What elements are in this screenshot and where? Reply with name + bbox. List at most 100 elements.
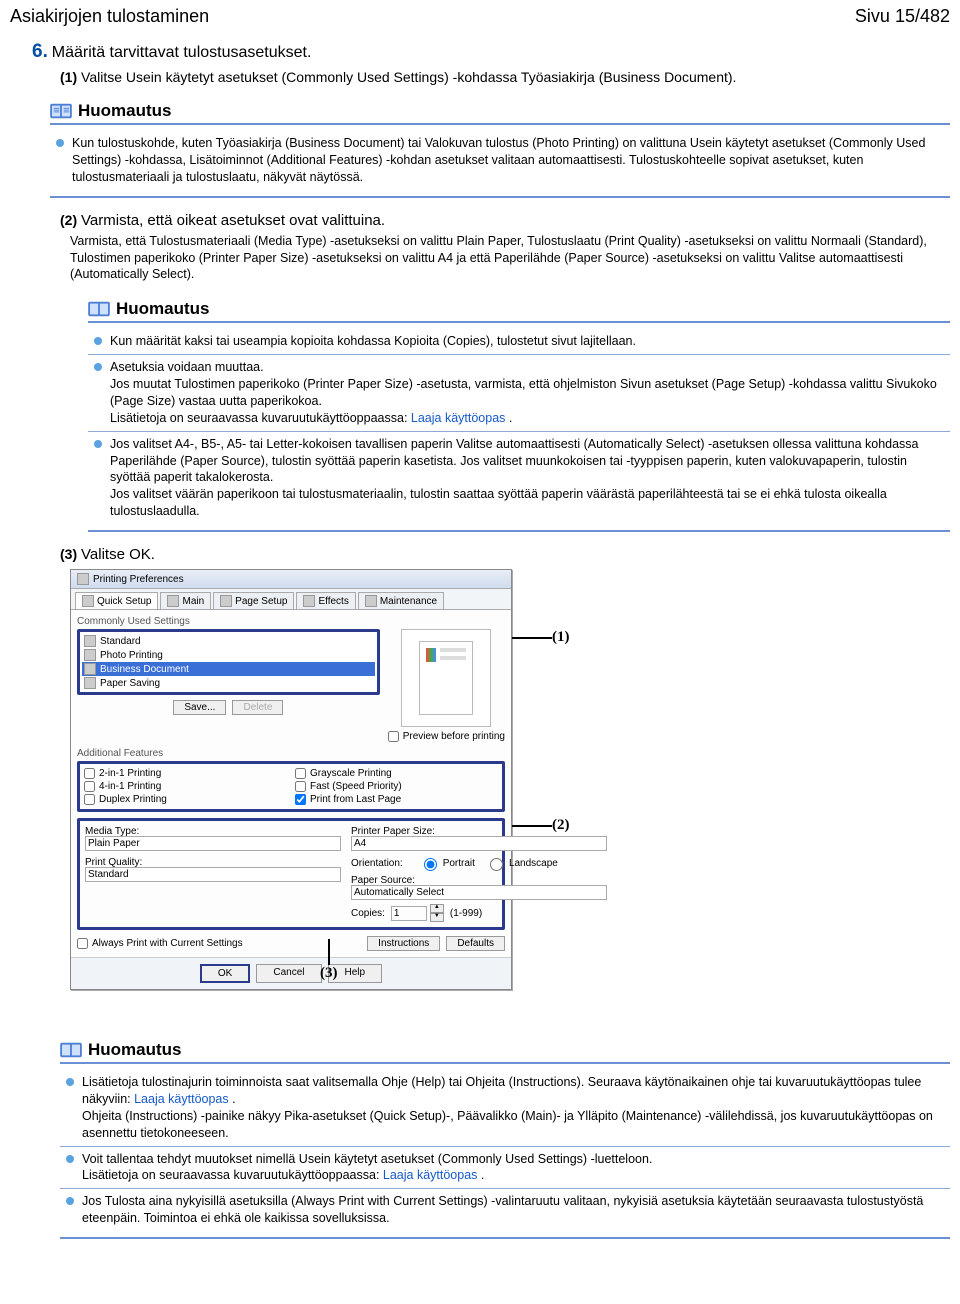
main-icon bbox=[167, 595, 179, 607]
printing-preferences-dialog: Printing Preferences Quick Setup Main Pa… bbox=[70, 569, 512, 990]
sub2-title: Varmista, että oikeat asetukset ovat val… bbox=[81, 212, 385, 229]
media-box: Media Type: Plain Paper Print Quality: S… bbox=[77, 818, 505, 930]
paper-size-select[interactable]: A4 bbox=[351, 836, 607, 851]
page-header: Asiakirjojen tulostaminen Sivu 15/482 bbox=[10, 6, 950, 27]
note1-item: Kun tulostuskohde, kuten Työasiakirja (B… bbox=[50, 131, 950, 190]
feature-checkbox[interactable]: 2-in-1 Printing bbox=[84, 768, 287, 779]
book-icon bbox=[50, 102, 72, 120]
note3-item: Jos Tulosta aina nykyisillä asetuksilla … bbox=[60, 1188, 950, 1231]
note3-title: Huomautus bbox=[88, 1040, 182, 1060]
media-type-label: Media Type: bbox=[85, 826, 195, 837]
link-manual[interactable]: Laaja käyttöopas bbox=[383, 1168, 478, 1182]
note2-item: Kun määrität kaksi tai useampia kopioita… bbox=[88, 329, 950, 354]
list-item: Photo Printing bbox=[82, 648, 375, 662]
tab-quick-setup[interactable]: Quick Setup bbox=[75, 592, 158, 609]
sub2-num: (2) bbox=[60, 212, 77, 228]
quality-label: Print Quality: bbox=[85, 857, 195, 868]
list-item: Standard bbox=[82, 634, 375, 648]
feature-checkbox[interactable]: Duplex Printing bbox=[84, 794, 287, 805]
always-label: Always Print with Current Settings bbox=[92, 938, 243, 949]
step6-num: 6. bbox=[32, 41, 48, 63]
instructions-button[interactable]: Instructions bbox=[367, 936, 440, 951]
note-box-2: Huomautus Kun määrität kaksi tai useampi… bbox=[88, 299, 950, 532]
features-label: Additional Features bbox=[77, 748, 505, 759]
copies-input[interactable]: 1 bbox=[391, 906, 427, 921]
paper-size-label: Printer Paper Size: bbox=[351, 826, 461, 837]
spin-down[interactable]: ▼ bbox=[430, 913, 444, 922]
ok-button[interactable]: OK bbox=[200, 964, 250, 983]
orient-label: Orientation: bbox=[351, 858, 403, 869]
preview-label: Preview before printing bbox=[403, 731, 505, 742]
book-icon bbox=[60, 1041, 82, 1059]
sub2-para: Varmista, että Tulostusmateriaali (Media… bbox=[70, 233, 950, 284]
dialog-wrapper: Printing Preferences Quick Setup Main Pa… bbox=[70, 569, 950, 990]
callout-2: (2) bbox=[512, 817, 570, 834]
note-box-3: Huomautus Lisätietoja tulostinajurin toi… bbox=[60, 1040, 950, 1239]
cancel-button[interactable]: Cancel bbox=[256, 964, 321, 983]
list-item-selected: Business Document bbox=[82, 662, 375, 676]
saving-icon bbox=[84, 677, 96, 689]
source-label: Paper Source: bbox=[351, 875, 461, 886]
features-box: 2-in-1 Printing Grayscale Printing 4-in-1 … bbox=[77, 761, 505, 812]
link-manual[interactable]: Laaja käyttöopas bbox=[134, 1092, 229, 1106]
copies-range: (1-999) bbox=[450, 908, 482, 919]
feature-checkbox[interactable]: 4-in-1 Printing bbox=[84, 781, 287, 792]
note-box-1: Huomautus Kun tulostuskohde, kuten Työas… bbox=[50, 101, 950, 198]
copies-label: Copies: bbox=[351, 908, 385, 919]
preview-pane bbox=[401, 629, 491, 727]
star-icon bbox=[82, 595, 94, 607]
callout-1: (1) bbox=[512, 629, 570, 646]
dialog-tabs: Quick Setup Main Page Setup Effects Main… bbox=[71, 589, 511, 610]
feature-checkbox[interactable]: Grayscale Printing bbox=[295, 768, 498, 779]
callout-3: (3) bbox=[320, 939, 338, 982]
step6-sub1: (1) Valitse Usein käytetyt asetukset (Co… bbox=[60, 69, 950, 85]
page-icon bbox=[220, 595, 232, 607]
note2-item: Asetuksia voidaan muuttaa.Jos muutat Tul… bbox=[88, 354, 950, 431]
feature-checkbox[interactable]: Print from Last Page bbox=[295, 794, 498, 805]
save-button[interactable]: Save... bbox=[173, 700, 226, 715]
tab-page-setup[interactable]: Page Setup bbox=[213, 592, 294, 609]
step6-sub2: (2) Varmista, että oikeat asetukset ovat… bbox=[60, 212, 950, 229]
step6-sub3: (3) Valitse OK. bbox=[60, 546, 950, 563]
step-6: 6. Määritä tarvittavat tulostusasetukset… bbox=[32, 41, 950, 85]
radio-landscape[interactable] bbox=[490, 858, 503, 871]
link-manual[interactable]: Laaja käyttöopas bbox=[411, 411, 506, 425]
sub1-num: (1) bbox=[60, 69, 77, 85]
commonly-label: Commonly Used Settings bbox=[77, 616, 505, 627]
quality-select[interactable]: Standard bbox=[85, 867, 341, 882]
page-number: Sivu 15/482 bbox=[855, 6, 950, 27]
tab-effects[interactable]: Effects bbox=[296, 592, 355, 609]
effects-icon bbox=[303, 595, 315, 607]
maintenance-icon bbox=[365, 595, 377, 607]
note1-title: Huomautus bbox=[78, 101, 172, 121]
commonly-used-list[interactable]: Standard Photo Printing Business Documen… bbox=[77, 629, 380, 695]
tab-maintenance[interactable]: Maintenance bbox=[358, 592, 444, 609]
dialog-title: Printing Preferences bbox=[93, 574, 184, 585]
photo-icon bbox=[84, 649, 96, 661]
printer-icon bbox=[77, 573, 89, 585]
document-icon bbox=[84, 663, 96, 675]
spin-up[interactable]: ▲ bbox=[430, 904, 444, 913]
note2-title: Huomautus bbox=[116, 299, 210, 319]
standard-icon bbox=[84, 635, 96, 647]
book-icon bbox=[88, 300, 110, 318]
list-item: Paper Saving bbox=[82, 676, 375, 690]
defaults-button[interactable]: Defaults bbox=[446, 936, 505, 951]
sub3-title: Valitse OK. bbox=[81, 546, 155, 563]
sub1-text: Valitse Usein käytetyt asetukset (Common… bbox=[81, 69, 736, 85]
step6-title: Määritä tarvittavat tulostusasetukset. bbox=[52, 44, 312, 61]
dialog-titlebar[interactable]: Printing Preferences bbox=[71, 570, 511, 589]
note2-item: Jos valitset A4-, B5-, A5- tai Letter-ko… bbox=[88, 431, 950, 524]
note3-item: Lisätietoja tulostinajurin toiminnoista … bbox=[60, 1070, 950, 1146]
radio-portrait[interactable] bbox=[424, 858, 437, 871]
delete-button[interactable]: Delete bbox=[232, 700, 283, 715]
preview-checkbox[interactable] bbox=[388, 731, 399, 742]
note3-item: Voit tallentaa tehdyt muutokset nimellä … bbox=[60, 1146, 950, 1189]
doc-title: Asiakirjojen tulostaminen bbox=[10, 6, 209, 27]
tab-main[interactable]: Main bbox=[160, 592, 211, 609]
sub3-num: (3) bbox=[60, 546, 77, 562]
source-select[interactable]: Automatically Select bbox=[351, 885, 607, 900]
feature-checkbox[interactable]: Fast (Speed Priority) bbox=[295, 781, 498, 792]
media-type-select[interactable]: Plain Paper bbox=[85, 836, 341, 851]
always-checkbox[interactable] bbox=[77, 938, 88, 949]
